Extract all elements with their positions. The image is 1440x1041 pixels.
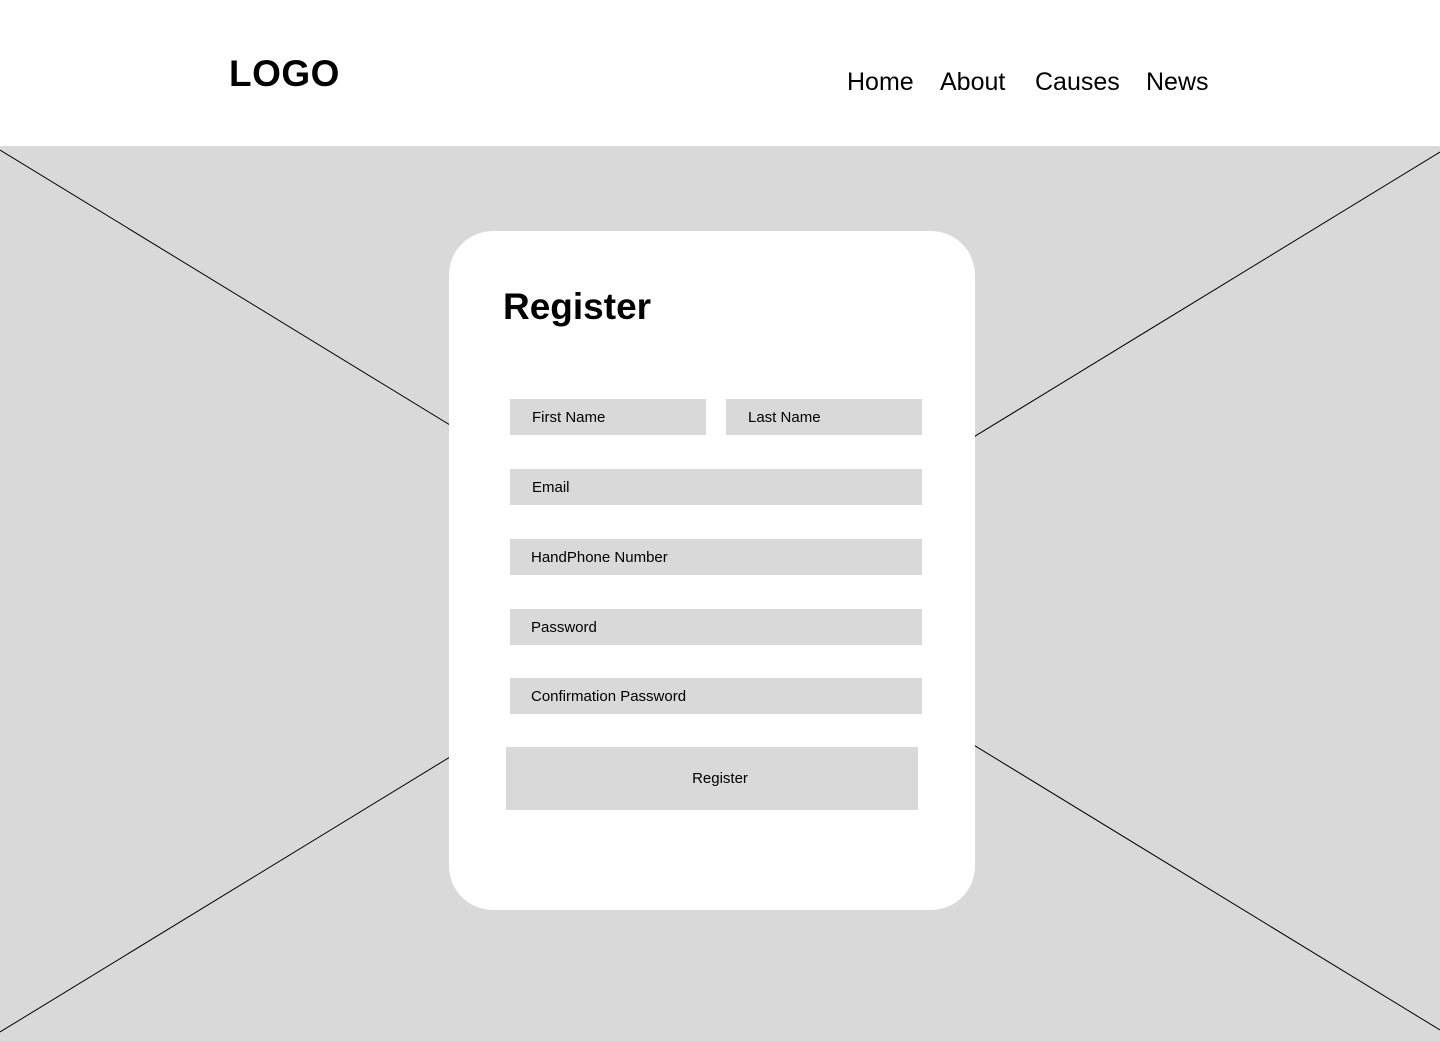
nav-causes[interactable]: Causes — [1035, 66, 1120, 98]
register-title: Register — [503, 286, 652, 327]
nav-about[interactable]: About — [940, 66, 1005, 98]
register-button[interactable]: Register — [506, 747, 918, 810]
site-header: LOGO Home About Causes News — [0, 0, 1440, 146]
logo[interactable]: LOGO — [229, 52, 340, 96]
phone-input[interactable] — [510, 539, 922, 575]
password-input[interactable] — [510, 609, 922, 645]
first-name-input[interactable] — [510, 399, 706, 435]
nav-home[interactable]: Home — [847, 66, 914, 98]
confirm-password-input[interactable] — [510, 678, 922, 714]
nav-news[interactable]: News — [1146, 66, 1209, 98]
last-name-input[interactable] — [726, 399, 922, 435]
register-card: Register Register — [449, 231, 975, 910]
email-input[interactable] — [510, 469, 922, 505]
